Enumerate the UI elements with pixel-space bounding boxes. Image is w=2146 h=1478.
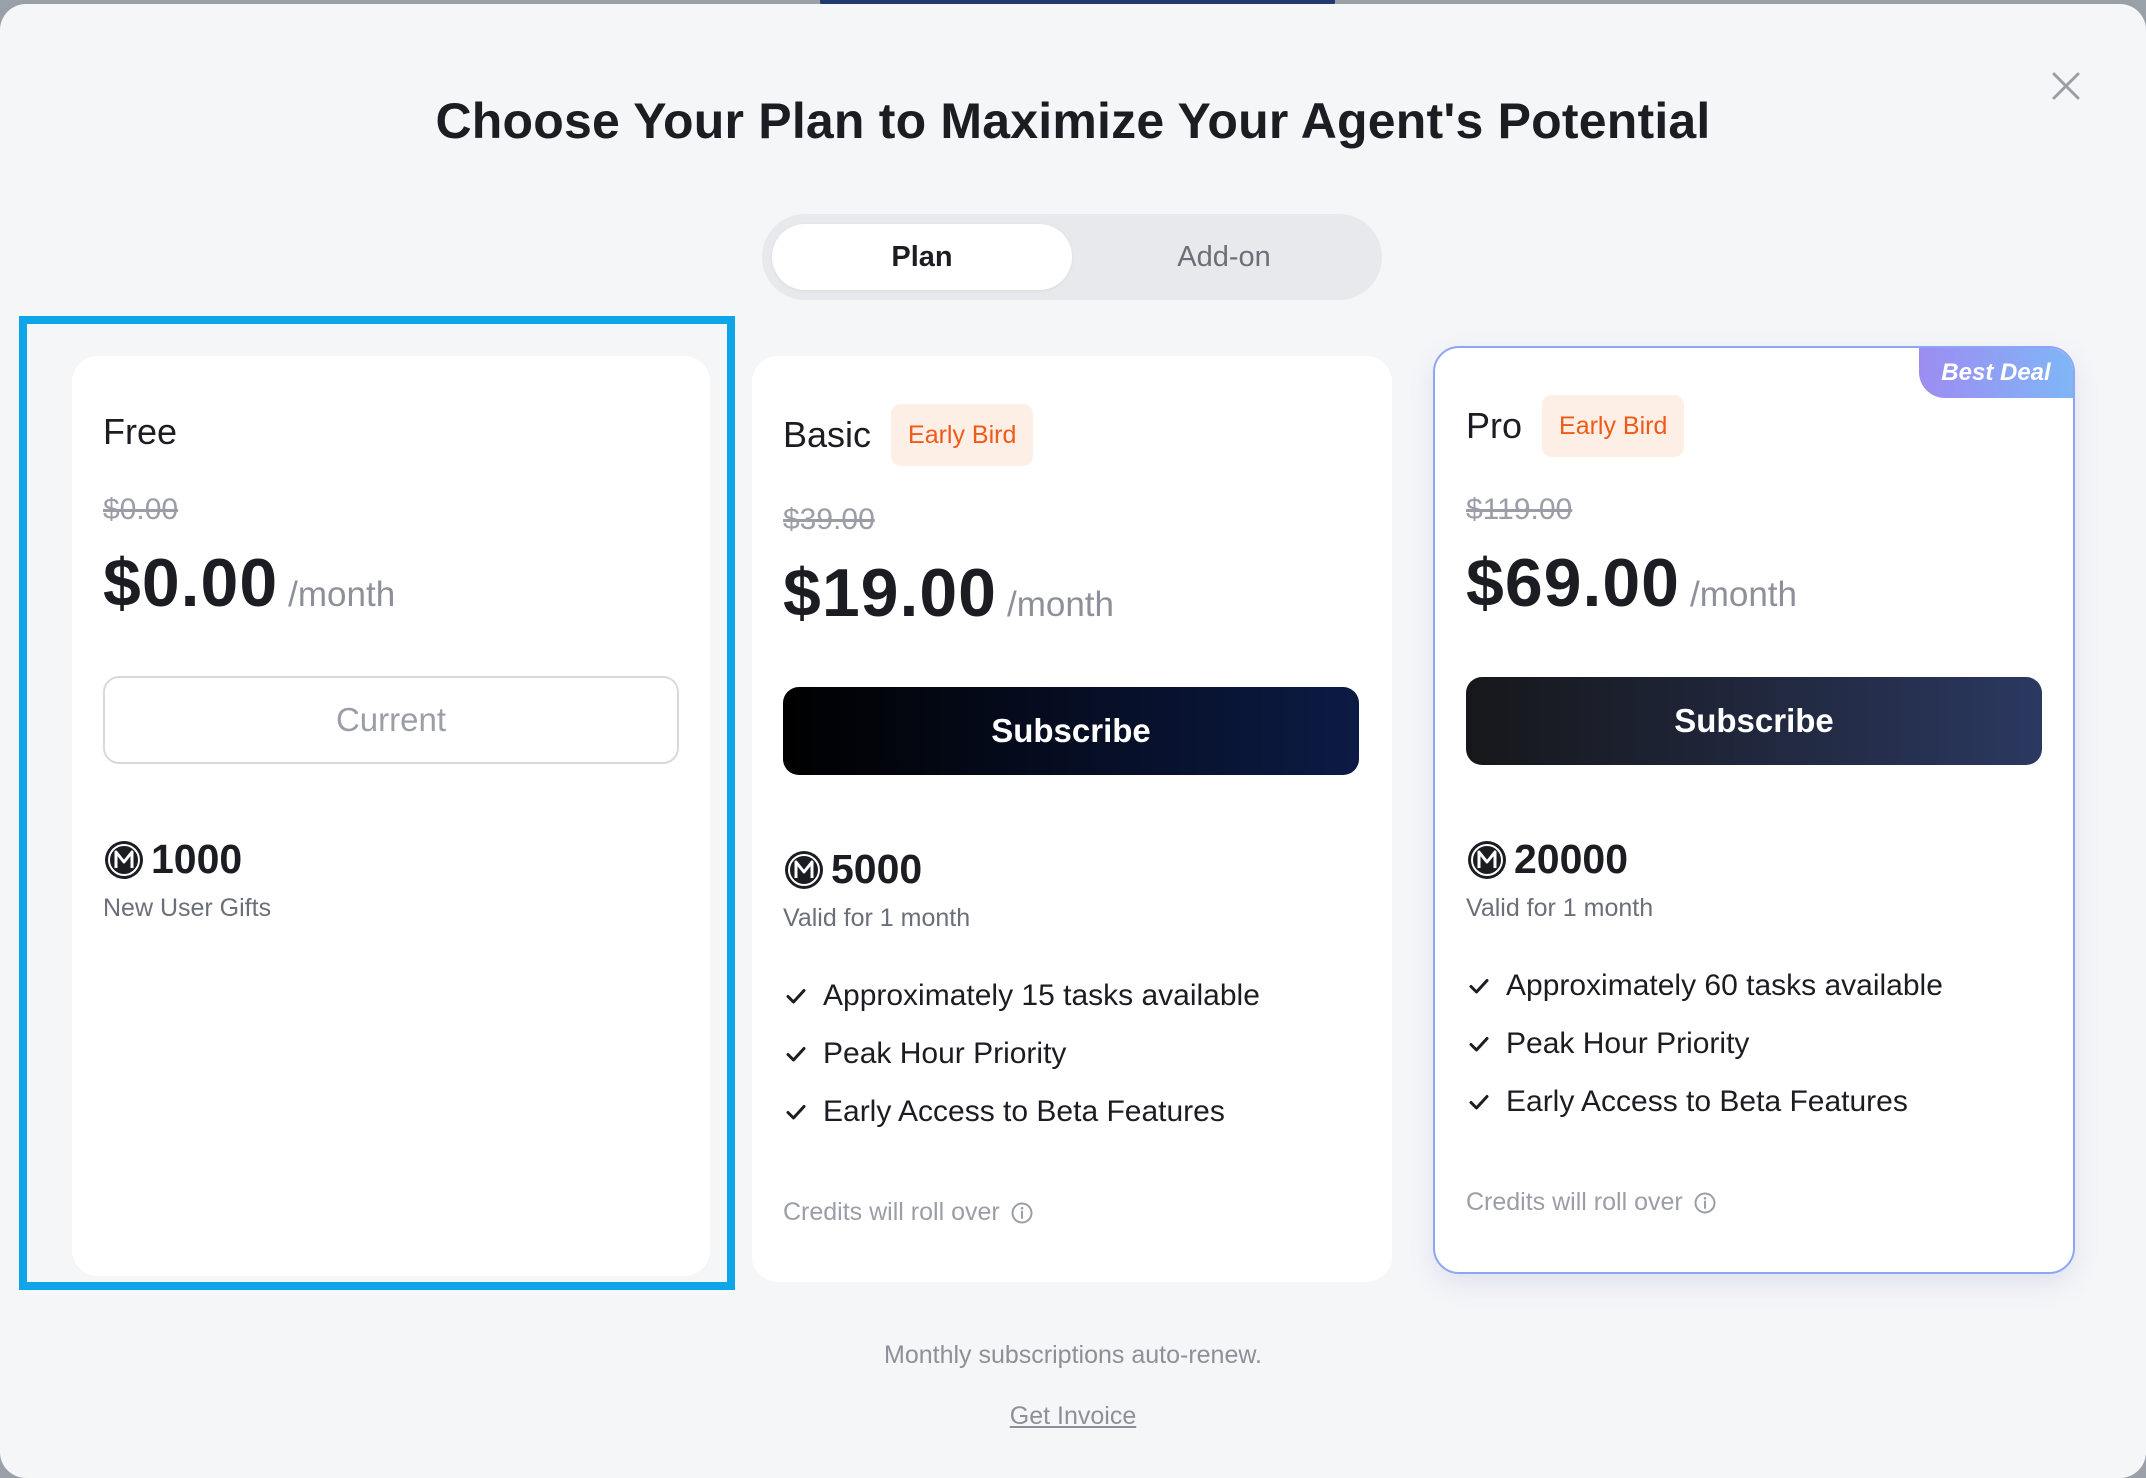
price-period: /month [1006, 585, 1114, 624]
check-icon [1466, 1089, 1492, 1115]
early-bird-badge: Early Bird [1542, 395, 1685, 457]
feature-item: Early Access to Beta Features [783, 1083, 1260, 1141]
plan-name: Free [103, 411, 178, 452]
plan-header: Basic Early Bird [783, 404, 1034, 466]
rollover-text: Credits will roll over [1466, 1188, 1683, 1216]
original-price: $0.00 [103, 493, 179, 526]
early-bird-badge: Early Bird [891, 404, 1034, 466]
plan-card-free: Free $0.00 $0.00 /month Current 1000 New… [72, 356, 710, 1276]
check-icon [1466, 1031, 1492, 1057]
credit-coin-icon [103, 839, 145, 881]
credits-note: New User Gifts [103, 894, 272, 922]
feature-item: Approximately 15 tasks available [783, 967, 1260, 1025]
info-icon[interactable] [1693, 1191, 1717, 1215]
feature-text: Early Access to Beta Features [823, 1095, 1225, 1128]
feature-item: Peak Hour Priority [1466, 1015, 1943, 1073]
rollover-text: Credits will roll over [783, 1198, 1000, 1226]
plan-addon-toggle: Plan Add-on [762, 214, 1382, 300]
best-deal-ribbon: Best Deal [1919, 348, 2073, 398]
tab-plan[interactable]: Plan [772, 224, 1072, 290]
plan-header: Free [103, 411, 177, 453]
feature-text: Peak Hour Priority [1506, 1027, 1750, 1060]
plan-card-basic: Basic Early Bird $39.00 $19.00 /month Su… [752, 356, 1392, 1282]
feature-text: Approximately 60 tasks available [1506, 969, 1943, 1002]
credit-coin-icon [1466, 839, 1508, 881]
subscribe-button-basic[interactable]: Subscribe [783, 687, 1359, 775]
plan-modal: Choose Your Plan to Maximize Your Agent'… [0, 4, 2146, 1478]
feature-list: Approximately 15 tasks available Peak Ho… [783, 967, 1260, 1141]
original-price: $119.00 [1466, 493, 1573, 526]
credits-rollover: Credits will roll over [783, 1198, 1034, 1227]
credits-amount: 1000 [103, 836, 242, 883]
price-row: $0.00 /month [103, 544, 395, 622]
credits-note: Valid for 1 month [783, 904, 971, 932]
tab-add-on[interactable]: Add-on [1074, 224, 1374, 290]
feature-item: Approximately 60 tasks available [1466, 957, 1943, 1015]
get-invoice-link[interactable]: Get Invoice [0, 1402, 2146, 1431]
check-icon [1466, 973, 1492, 999]
credit-count: 1000 [151, 836, 243, 882]
check-icon [783, 1041, 809, 1067]
original-price: $39.00 [783, 503, 875, 536]
modal-title: Choose Your Plan to Maximize Your Agent'… [435, 93, 1711, 149]
price-period: /month [288, 575, 396, 614]
price: $19.00 [783, 555, 997, 631]
info-icon[interactable] [1010, 1201, 1034, 1225]
credits-rollover: Credits will roll over [1466, 1188, 1717, 1217]
feature-item: Early Access to Beta Features [1466, 1073, 1943, 1131]
credit-coin-icon [783, 849, 825, 891]
feature-text: Peak Hour Priority [823, 1037, 1067, 1070]
feature-text: Approximately 15 tasks available [823, 979, 1260, 1012]
price: $0.00 [103, 545, 279, 621]
check-icon [783, 1099, 809, 1125]
plan-card-pro: Best Deal Pro Early Bird $119.00 $69.00 … [1433, 346, 2075, 1274]
auto-renew-note: Monthly subscriptions auto-renew. [884, 1341, 1262, 1369]
plan-name: Pro [1466, 405, 1523, 446]
subscribe-button-pro[interactable]: Subscribe [1466, 677, 2042, 765]
plan-header: Pro Early Bird [1466, 395, 1685, 457]
price-row: $69.00 /month [1466, 544, 1797, 622]
feature-item: Peak Hour Priority [783, 1025, 1260, 1083]
feature-text: Early Access to Beta Features [1506, 1085, 1908, 1118]
credits-note: Valid for 1 month [1466, 894, 1654, 922]
current-plan-button[interactable]: Current [103, 676, 679, 764]
plan-name: Basic [783, 414, 872, 455]
credits-amount: 20000 [1466, 836, 1628, 883]
price: $69.00 [1466, 545, 1680, 621]
credit-count: 5000 [831, 846, 923, 892]
check-icon [783, 983, 809, 1009]
credit-count: 20000 [1514, 836, 1629, 882]
price-period: /month [1689, 575, 1797, 614]
price-row: $19.00 /month [783, 554, 1114, 632]
credits-amount: 5000 [783, 846, 922, 893]
feature-list: Approximately 60 tasks available Peak Ho… [1466, 957, 1943, 1131]
